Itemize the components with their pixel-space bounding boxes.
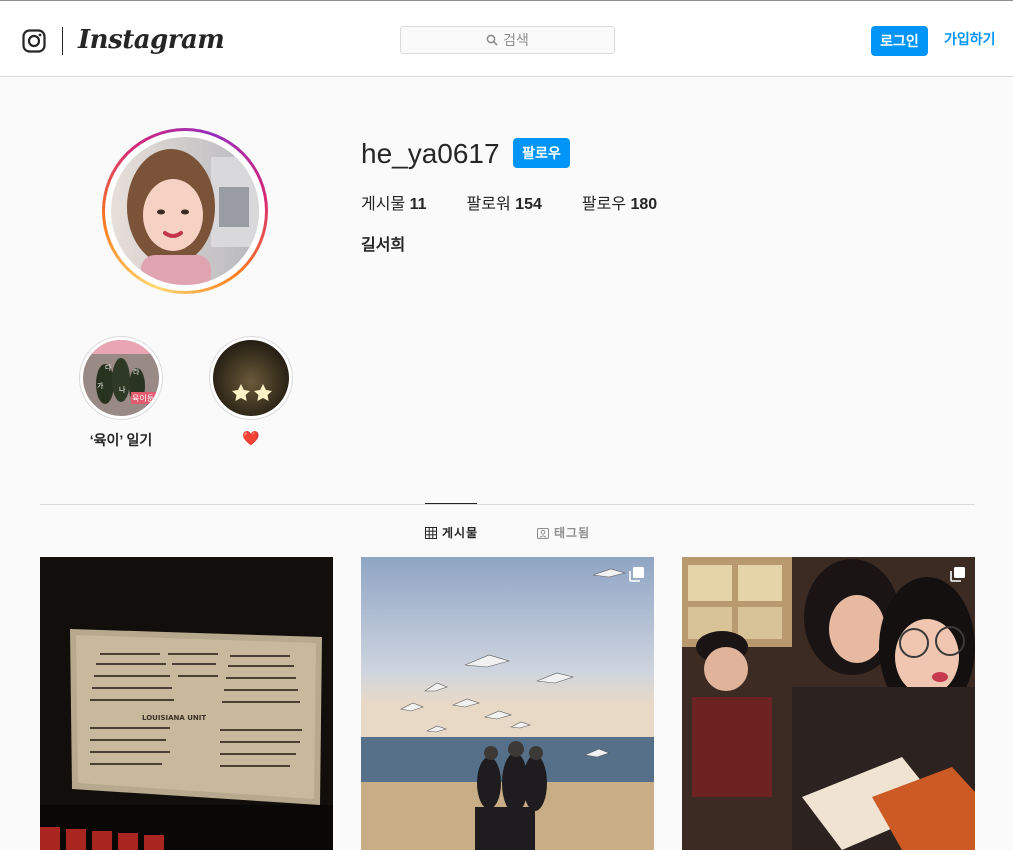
login-button[interactable]: 로그인 (871, 26, 928, 56)
highlight-cover (213, 340, 289, 416)
stat-following[interactable]: 팔로우 180 (582, 190, 657, 214)
tab-posts-label: 게시물 (442, 526, 479, 540)
post-thumbnail[interactable] (682, 557, 975, 850)
tabs-divider (40, 504, 975, 505)
cover-text: 육이툰 (132, 393, 154, 403)
cover-text: 다 (105, 363, 112, 372)
tagged-icon (537, 527, 549, 539)
profile-stats: 게시물 11 팔로워 154 팔로우 180 (361, 190, 697, 214)
highlight-label: ‘육이’ 일기 (89, 432, 153, 448)
story-highlight[interactable]: 다 라 가 나 육이툰 ‘육이’ 일기 (71, 336, 171, 450)
stat-posts-label: 게시물 (361, 196, 406, 213)
cover-text: 라 (133, 367, 140, 376)
search-icon (486, 34, 498, 46)
story-highlight[interactable]: ❤️ (201, 336, 301, 447)
follow-button[interactable]: 팔로우 (513, 138, 570, 168)
profile-full-name: 길서희 (361, 237, 406, 254)
active-tab-indicator (425, 503, 477, 504)
tab-tagged-label: 태그됨 (554, 526, 591, 540)
highlight-ring (209, 336, 293, 420)
profile-avatar[interactable] (102, 128, 268, 294)
highlight-ring: 다 라 가 나 육이툰 (79, 336, 163, 420)
credits-heading: LOUISIANA UNIT (142, 714, 206, 722)
post-thumbnail[interactable]: LOUISIANA UNIT (40, 557, 333, 850)
search-placeholder: 검색 (503, 32, 529, 48)
highlight-label: ❤️ (242, 430, 260, 446)
instagram-glyph-icon[interactable] (22, 29, 46, 53)
search-input[interactable]: 검색 (400, 26, 615, 54)
top-navbar: Instagram 검색 로그인 가입하기 (0, 1, 1013, 77)
signup-link[interactable]: 가입하기 (944, 29, 996, 49)
stat-followers[interactable]: 팔로워 154 (467, 190, 542, 214)
avatar-gap (105, 131, 265, 291)
logo-divider (62, 27, 63, 55)
cover-text: 나 (119, 385, 126, 394)
multiple-photos-icon (629, 567, 644, 582)
stat-following-label: 팔로우 (581, 196, 627, 213)
tab-tagged[interactable]: 태그됨 (537, 524, 590, 541)
stat-posts: 게시물 11 (361, 190, 427, 214)
stat-following-value: 180 (630, 196, 658, 213)
stat-followers-label: 팔로워 (466, 196, 511, 213)
tab-posts[interactable]: 게시물 (425, 524, 478, 541)
avatar-photo (111, 137, 259, 285)
grid-icon (425, 526, 437, 539)
stat-posts-value: 11 (409, 196, 427, 213)
stat-followers-value: 154 (515, 196, 542, 213)
profile-username: he_ya0617 (361, 138, 500, 169)
cover-text: 가 (97, 381, 104, 390)
post-thumbnail[interactable] (361, 557, 654, 850)
multiple-photos-icon (950, 567, 965, 582)
highlight-cover: 다 라 가 나 육이툰 (83, 340, 159, 416)
instagram-wordmark-logo[interactable]: Instagram (78, 23, 225, 57)
